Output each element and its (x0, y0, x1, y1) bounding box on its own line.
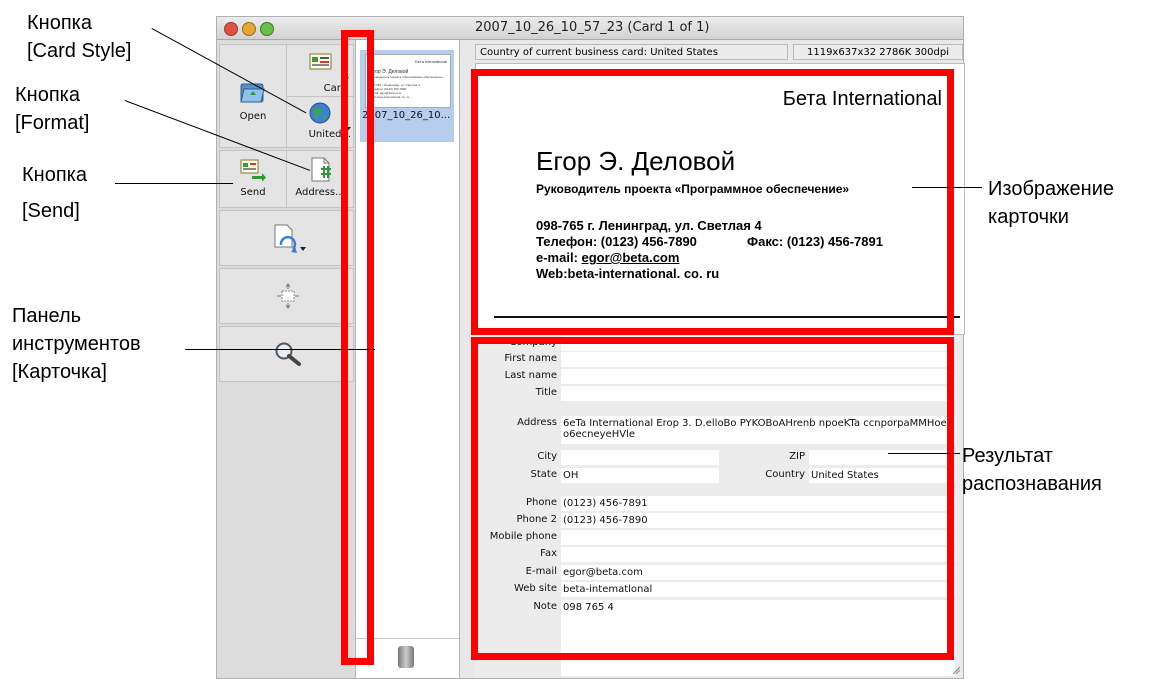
globe-icon (309, 102, 331, 124)
card-style-label: Card (323, 83, 347, 94)
callout-line (185, 349, 375, 350)
rotate-image-icon (274, 224, 306, 253)
send-label: Send (240, 187, 266, 198)
resize-grip-icon[interactable] (951, 665, 961, 675)
zoom-button[interactable] (219, 326, 354, 382)
callout-line (912, 187, 982, 188)
format-callout: Кнопка [Format] (15, 81, 89, 137)
card-thumbnail[interactable]: Бета International Егор Э. Деловой Руков… (365, 54, 451, 108)
card-image-highlight (471, 69, 954, 335)
callout-text: Панель (12, 305, 82, 327)
card-icon (309, 53, 332, 70)
send-callout: Кнопка [Send] (22, 157, 87, 229)
result-callout: Результат распознавания (962, 442, 1102, 498)
card-style-callout: Кнопка [Card Style] (27, 9, 131, 65)
address-book-icon (311, 157, 331, 182)
window-title: 2007_10_26_10_57_23 (Card 1 of 1) (475, 20, 710, 35)
trash-icon[interactable] (398, 646, 414, 668)
title-bar: 2007_10_26_10_57_23 (Card 1 of 1) (217, 17, 963, 40)
result-highlight (471, 337, 954, 660)
image-callout: Изображение карточки (988, 175, 1114, 231)
thumbnail-highlight (341, 30, 374, 665)
info-bar: Country of current business card: United… (475, 44, 963, 60)
toolbar-callout: Панель инструментов [Карточка] (12, 302, 141, 386)
callout-text: Результат (962, 445, 1053, 467)
callout-text: Кнопка (22, 164, 87, 186)
callout-text: [Card Style] (27, 40, 132, 62)
thumb-line: Web:beta-international. co. ru (370, 95, 410, 99)
minimize-window-button[interactable] (242, 22, 256, 36)
magnifier-icon (275, 342, 301, 366)
callout-text: инструментов (12, 333, 141, 355)
zoom-window-button[interactable] (260, 22, 274, 36)
close-window-button[interactable] (224, 22, 238, 36)
rotate-button[interactable] (219, 210, 354, 266)
callout-text: [Карточка] (12, 361, 107, 383)
thumbnail-label: 2007_10_26_10... (362, 110, 451, 121)
image-info: 1119x637x32 2786K 300dpi (793, 44, 963, 60)
callout-line (115, 183, 233, 184)
thumb-line: Бета International (415, 59, 447, 64)
country-info: Country of current business card: United… (475, 44, 788, 60)
callout-line (888, 453, 960, 454)
callout-text: карточки (988, 206, 1069, 228)
thumb-line: Руководитель проекта «Программное обеспе… (370, 75, 444, 79)
send-card-icon (240, 159, 266, 181)
callout-text: Кнопка (27, 12, 92, 34)
callout-text: [Format] (15, 112, 90, 134)
callout-text: Изображение (988, 178, 1114, 200)
crop-button[interactable] (219, 268, 354, 324)
card-toolbar: Open Card United... Send Address... (217, 40, 356, 678)
crop-icon (277, 283, 299, 309)
callout-text: распознавания (962, 473, 1102, 495)
callout-text: Кнопка (15, 84, 80, 106)
callout-text: [Send] (22, 200, 80, 222)
open-label: Open (239, 111, 267, 122)
